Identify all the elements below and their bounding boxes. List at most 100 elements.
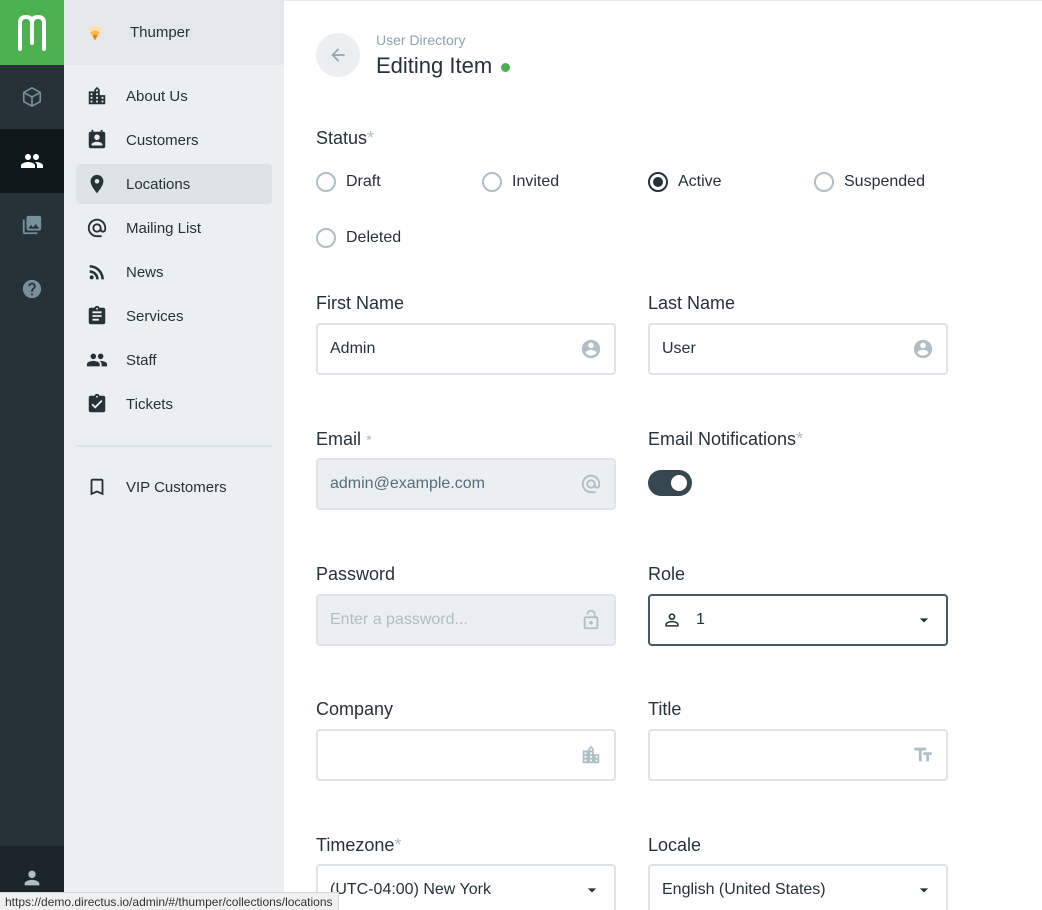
email-notifications-label: Email Notifications*: [648, 429, 803, 450]
person-icon: [24, 870, 40, 886]
page-title: Editing Item: [376, 53, 511, 79]
nav-item-customers[interactable]: Customers: [76, 120, 272, 160]
radio-label: Suspended: [844, 173, 925, 190]
wifi-icon: [86, 25, 104, 40]
clipboard-icon: [88, 305, 106, 325]
logo-icon: [18, 14, 46, 51]
nav-divider: [76, 445, 272, 447]
status-radio-active[interactable]: Active: [648, 172, 722, 192]
module-bar: [0, 0, 64, 910]
nav-item-label: Locations: [126, 175, 191, 193]
timezone-value: (UTC-04:00) New York: [330, 881, 491, 898]
status-dot: [501, 62, 511, 72]
timezone-label-text: Timezone: [316, 835, 395, 855]
browser-status-url: https://demo.directus.io/admin/#/thumper…: [0, 892, 339, 910]
dropdown-arrow-icon: [919, 888, 929, 893]
building-icon: [88, 86, 106, 105]
contact-card-icon: [88, 129, 106, 149]
radio-ring: [316, 172, 336, 192]
back-button[interactable]: [316, 33, 360, 77]
locale-label: Locale: [648, 835, 702, 855]
building-icon: [582, 745, 600, 764]
page-title-text: Editing Item: [376, 53, 493, 78]
email-field[interactable]: admin@example.com: [316, 458, 616, 510]
nav-item-label: Services: [126, 307, 184, 325]
directus-logo[interactable]: [0, 0, 64, 65]
rss-icon: [89, 265, 104, 280]
nav-item-services[interactable]: Services: [76, 296, 272, 336]
last-name-value: User: [662, 340, 696, 357]
module-file-library[interactable]: [0, 193, 64, 257]
arrow-back-icon: [331, 48, 345, 62]
timezone-select[interactable]: (UTC-04:00) New York: [316, 864, 616, 910]
nav-item-locations[interactable]: Locations: [76, 164, 272, 204]
person-outline-icon: [665, 613, 679, 627]
module-help[interactable]: [0, 257, 64, 321]
company-label: Company: [316, 699, 394, 719]
account-circle-icon: [913, 339, 933, 359]
status-radio-invited[interactable]: Invited: [482, 172, 559, 192]
assignment-check-icon: [88, 393, 106, 413]
role-label: Role: [648, 564, 686, 584]
first-name-value: Admin: [330, 340, 376, 357]
radio-ring: [316, 228, 336, 248]
first-name-field[interactable]: Admin: [316, 323, 616, 375]
project-name: Thumper: [130, 24, 191, 41]
module-user-directory[interactable]: [0, 129, 64, 193]
project-switcher[interactable]: Thumper: [64, 0, 284, 65]
bookmark-vip-customers[interactable]: VIP Customers: [76, 467, 272, 507]
nav-item-tickets[interactable]: Tickets: [76, 384, 272, 424]
nav-item-label: VIP Customers: [126, 478, 227, 496]
nav-item-staff[interactable]: Staff: [76, 340, 272, 380]
at-sign-icon: [581, 474, 601, 494]
company-field[interactable]: [316, 729, 616, 781]
email-notifications-toggle[interactable]: [648, 470, 692, 496]
radio-label: Active: [678, 173, 722, 190]
nav-item-label: About Us: [126, 87, 188, 105]
role-value: 1: [696, 611, 705, 628]
dropdown-arrow-icon: [587, 888, 597, 893]
locale-value: English (United States): [662, 881, 826, 898]
radio-ring: [648, 172, 668, 192]
nav-item-label: News: [126, 263, 164, 281]
radio-label: Draft: [346, 173, 381, 190]
role-select[interactable]: 1: [648, 594, 948, 646]
title-label: Title: [648, 699, 682, 719]
nav-item-mailing-list[interactable]: Mailing List: [76, 208, 272, 248]
status-radio-deleted[interactable]: Deleted: [316, 228, 401, 248]
last-name-label: Last Name: [648, 293, 736, 313]
module-collections[interactable]: [0, 65, 64, 129]
radio-label: Invited: [512, 173, 560, 190]
radio-ring: [814, 172, 834, 192]
password-placeholder: Enter a password...: [330, 611, 468, 628]
at-sign-icon: [87, 218, 107, 238]
nav-item-label: Tickets: [126, 395, 173, 413]
radio-label: Deleted: [346, 229, 402, 246]
radio-ring: [482, 172, 502, 192]
locale-select[interactable]: English (United States): [648, 864, 948, 910]
email-value: admin@example.com: [330, 475, 485, 492]
last-name-field[interactable]: User: [648, 323, 948, 375]
nav-item-about-us[interactable]: About Us: [76, 76, 272, 116]
password-label: Password: [316, 564, 396, 584]
place-pin-icon: [90, 174, 104, 194]
required-mark: *: [366, 432, 372, 449]
required-mark: *: [367, 128, 375, 148]
nav-item-label: Staff: [126, 351, 157, 369]
main-content: User Directory Editing Item Status* Draf…: [284, 0, 1042, 910]
title-field[interactable]: [648, 729, 948, 781]
dropdown-arrow-icon: [919, 618, 929, 623]
status-radio-suspended[interactable]: Suspended: [814, 172, 925, 192]
text-fields-icon: [914, 747, 932, 762]
box-icon: [22, 87, 42, 107]
bookmark-icon: [90, 478, 104, 496]
password-field[interactable]: Enter a password...: [316, 594, 616, 646]
navigation-sidebar: Thumper About Us Customers Locations Mai…: [64, 0, 284, 910]
nav-item-news[interactable]: News: [76, 252, 272, 292]
first-name-label: First Name: [316, 293, 405, 313]
breadcrumb[interactable]: User Directory: [376, 32, 465, 48]
status-radio-draft[interactable]: Draft: [316, 172, 381, 192]
nav-item-label: Mailing List: [126, 219, 202, 237]
photo-library-icon: [22, 215, 42, 235]
status-label: Status*: [316, 128, 374, 149]
